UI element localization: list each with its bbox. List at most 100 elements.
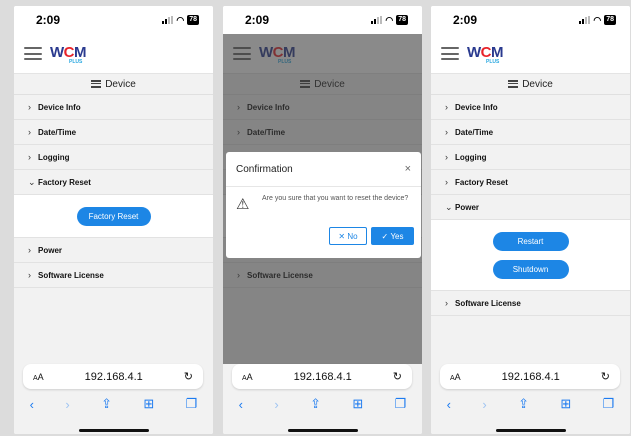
status-icons: ◠ 78	[371, 15, 408, 26]
check-icon: ✓	[381, 231, 391, 241]
share-icon[interactable]: ⇪	[518, 396, 529, 412]
chevron-right-icon: ›	[445, 298, 448, 308]
chevron-right-icon: ›	[28, 245, 31, 255]
signal-icon	[162, 16, 174, 24]
screenshot-strip: 2:09 ◠ 78 WCM PLUS Device › Device Info ›…	[0, 0, 631, 436]
chevron-down-icon: ⌄	[445, 201, 453, 212]
menu-item-date-time[interactable]: ›Date/Time	[14, 120, 213, 145]
confirmation-dialog: Confirmation × ⚠ Are you sure that you w…	[226, 152, 421, 258]
chevron-right-icon: ›	[445, 177, 448, 187]
menu-icon[interactable]	[24, 47, 42, 60]
bookmarks-icon[interactable]: ⊞	[560, 396, 571, 412]
browser-nav: ‹ › ⇪ ⊞ ❐	[223, 394, 422, 414]
wifi-icon: ◠	[385, 14, 394, 25]
chevron-right-icon: ›	[28, 127, 31, 137]
dialog-message: Are you sure that you want to reset the …	[262, 195, 409, 202]
menu-item-power[interactable]: ›Power	[14, 238, 213, 263]
wcm-plus-logo[interactable]: WCM PLUS	[50, 42, 90, 66]
browser-toolbar: AA 192.168.4.1 ↻ ‹ › ⇪ ⊞ ❐	[431, 364, 630, 434]
tabs-icon[interactable]: ❐	[395, 396, 407, 412]
wcm-plus-logo[interactable]: WCM PLUS	[467, 42, 507, 66]
x-icon: ✕	[338, 231, 348, 241]
menu-item-software-license[interactable]: ›Software License	[14, 263, 213, 288]
back-icon[interactable]: ‹	[447, 397, 451, 412]
reload-icon[interactable]: ↻	[184, 370, 193, 383]
url-text: 192.168.4.1	[293, 370, 352, 383]
dialog-title: Confirmation	[236, 164, 293, 175]
share-icon[interactable]: ⇪	[310, 396, 321, 412]
yes-button[interactable]: ✓ Yes	[371, 227, 414, 245]
close-icon[interactable]: ×	[405, 163, 411, 175]
phone-screen-factory-reset: 2:09 ◠ 78 WCM PLUS Device › Device Info ›…	[14, 6, 213, 434]
reload-icon[interactable]: ↻	[393, 370, 402, 383]
page-title: Device	[14, 74, 213, 95]
restart-button[interactable]: Restart	[492, 231, 569, 251]
phone-screen-confirmation: 2:09 ◠ 78 WCM PLUS Device ›Device Info ›…	[223, 6, 422, 434]
url-text: 192.168.4.1	[84, 370, 143, 383]
bookmarks-icon[interactable]: ⊞	[352, 396, 363, 412]
factory-reset-button[interactable]: Factory Reset	[76, 206, 151, 226]
home-indicator	[78, 429, 149, 432]
wifi-icon: ◠	[593, 14, 602, 25]
battery-icon: 78	[604, 15, 616, 25]
address-bar[interactable]: AA 192.168.4.1 ↻	[440, 364, 620, 389]
tabs-icon[interactable]: ❐	[603, 396, 615, 412]
signal-icon	[371, 16, 383, 24]
phone-screen-power: 2:09 ◠ 78 WCM PLUS Device › Device Info ›…	[431, 6, 630, 434]
chevron-right-icon: ›	[445, 102, 448, 112]
app-header: WCM PLUS	[14, 34, 213, 74]
power-panel: Restart Shutdown	[431, 220, 630, 291]
bookmarks-icon[interactable]: ⊞	[143, 396, 154, 412]
chevron-down-icon: ⌄	[28, 176, 36, 187]
address-bar[interactable]: AA 192.168.4.1 ↻	[232, 364, 412, 389]
chevron-right-icon: ›	[445, 127, 448, 137]
browser-nav: ‹ › ⇪ ⊞ ❐	[14, 394, 213, 414]
menu-item-factory-reset[interactable]: ⌄Factory Reset	[14, 170, 213, 195]
reload-icon[interactable]: ↻	[601, 370, 610, 383]
back-icon[interactable]: ‹	[239, 397, 243, 412]
text-size-button[interactable]: AA	[450, 372, 461, 382]
browser-toolbar: AA 192.168.4.1 ↻ ‹ › ⇪ ⊞ ❐	[223, 364, 422, 434]
signal-icon	[579, 16, 591, 24]
app-header: WCM PLUS	[431, 34, 630, 74]
url-text: 192.168.4.1	[501, 370, 560, 383]
menu-item-power[interactable]: ⌄ Power	[431, 195, 630, 220]
text-size-button[interactable]: AA	[33, 372, 44, 382]
home-indicator	[495, 429, 566, 432]
back-icon[interactable]: ‹	[30, 397, 34, 412]
forward-icon[interactable]: ›	[482, 397, 486, 412]
forward-icon[interactable]: ›	[274, 397, 278, 412]
forward-icon[interactable]: ›	[65, 397, 69, 412]
menu-icon[interactable]	[441, 47, 459, 60]
tabs-icon[interactable]: ❐	[186, 396, 198, 412]
shutdown-button[interactable]: Shutdown	[492, 259, 569, 279]
chevron-right-icon: ›	[28, 152, 31, 162]
address-bar[interactable]: AA 192.168.4.1 ↻	[23, 364, 203, 389]
chevron-right-icon: ›	[28, 270, 31, 280]
status-time: 2:09	[453, 13, 478, 27]
menu-item-factory-reset[interactable]: › Factory Reset	[431, 170, 630, 195]
home-indicator	[287, 429, 358, 432]
battery-icon: 78	[396, 15, 408, 25]
no-button[interactable]: ✕ No	[329, 227, 367, 245]
wifi-icon: ◠	[176, 14, 185, 25]
share-icon[interactable]: ⇪	[101, 396, 112, 412]
menu-item-date-time[interactable]: ›Date/Time	[431, 120, 630, 145]
status-time: 2:09	[36, 13, 61, 27]
menu-item-device-info[interactable]: ›Device Info	[431, 95, 630, 120]
chevron-right-icon: ›	[445, 152, 448, 162]
menu-item-device-info[interactable]: ›Device Info	[14, 95, 213, 120]
menu-item-software-license[interactable]: ›Software License	[431, 291, 630, 316]
status-bar: 2:09 ◠ 78	[223, 6, 422, 34]
status-bar: 2:09 ◠ 78	[14, 6, 213, 34]
menu-item-logging[interactable]: ›Logging	[14, 145, 213, 170]
page-title: Device	[431, 74, 630, 95]
chevron-right-icon: ›	[28, 102, 31, 112]
settings-list: › Device Info › Date/Time › Logging › Factor…	[431, 95, 630, 316]
text-size-button[interactable]: AA	[242, 372, 253, 382]
browser-nav: ‹ › ⇪ ⊞ ❐	[431, 394, 630, 414]
status-icons: ◠ 78	[162, 15, 199, 26]
factory-reset-panel: Factory Reset	[14, 195, 213, 238]
menu-item-logging[interactable]: ›Logging	[431, 145, 630, 170]
dialog-divider	[226, 186, 421, 187]
